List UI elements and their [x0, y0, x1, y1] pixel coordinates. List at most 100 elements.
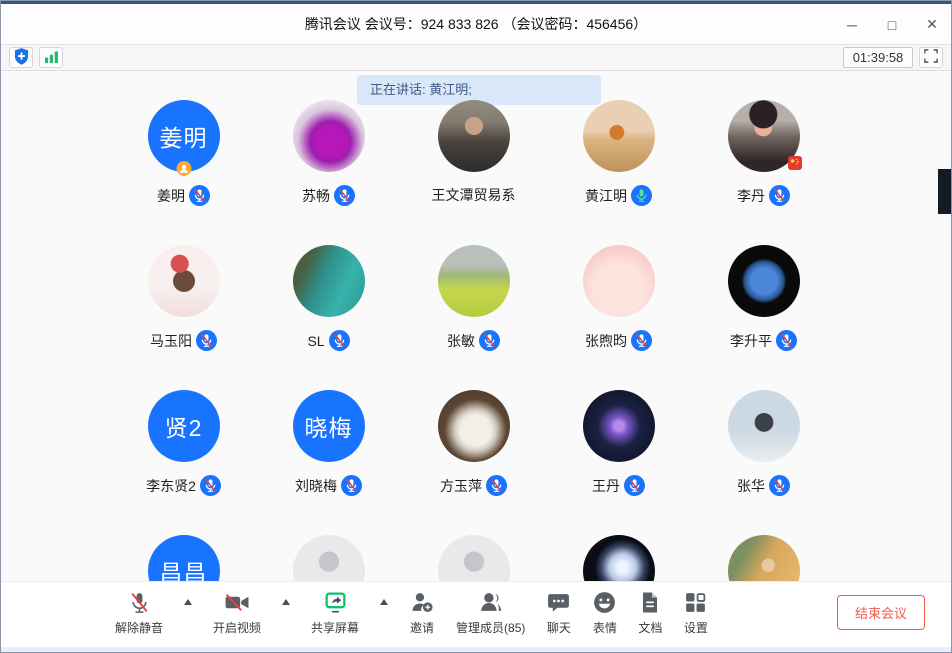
meeting-timer: 01:39:58: [843, 47, 913, 68]
participant-avatar: [293, 535, 365, 581]
participant-cell[interactable]: [691, 535, 836, 581]
end-meeting-button[interactable]: 结束会议: [837, 595, 925, 630]
toolbar-settings[interactable]: 设置: [683, 582, 708, 636]
participant-cell[interactable]: 黄江明: [546, 100, 691, 245]
maximize-button[interactable]: □: [883, 17, 901, 33]
participant-cell[interactable]: 李丹: [691, 100, 836, 245]
invite-icon: [409, 589, 435, 616]
participant-cell[interactable]: 方玉萍: [401, 390, 546, 535]
chevron-up-icon[interactable]: [282, 599, 290, 605]
toolbar-item-label: 管理成员(85): [456, 619, 525, 636]
participant-grid: 姜明姜明苏畅 王文潭贸易系 黄江明 李丹马玉阳 SL 张敏 张煦昀 李升平贤2 李东贤2 晓梅刘晓…: [111, 100, 836, 581]
bottom-toolbar: 解除静音开启视频 共享屏幕 邀请管理成员(85) 聊天表情文档设置 结束会议: [1, 581, 951, 647]
participant-cell[interactable]: [546, 535, 691, 581]
participant-name: 方玉萍: [440, 476, 482, 496]
toolbar-emoji[interactable]: 表情: [592, 582, 617, 636]
security-button[interactable]: [9, 47, 33, 68]
participant-avatar: [293, 100, 365, 172]
participant-name: 张华: [737, 476, 765, 496]
participant-avatar: 贤2: [148, 390, 220, 462]
participant-cell[interactable]: 王丹: [546, 390, 691, 535]
mic-muted-icon: [624, 475, 645, 496]
window-footer-strip: [1, 647, 951, 653]
participant-name: 张煦昀: [585, 331, 627, 351]
toolbar-members[interactable]: 管理成员(85): [456, 582, 525, 636]
participant-name: 张敏: [447, 331, 475, 351]
chevron-up-icon[interactable]: [184, 599, 192, 605]
participant-cell[interactable]: 昌昌: [111, 535, 256, 581]
participant-avatar: [728, 245, 800, 317]
participant-avatar: 昌昌: [148, 535, 220, 581]
toolbar-chat[interactable]: 聊天: [546, 582, 571, 636]
status-bar: 01:39:58: [1, 45, 951, 71]
mic-muted-icon: [189, 185, 210, 206]
chevron-up-icon[interactable]: [380, 599, 388, 605]
toolbar-share-screen[interactable]: 共享屏幕: [311, 582, 359, 636]
participant-cell[interactable]: 张煦昀: [546, 245, 691, 390]
mic-muted-icon: [329, 330, 350, 351]
fullscreen-button[interactable]: [919, 47, 943, 68]
participant-label: 李升平: [730, 330, 797, 351]
toolbar-item-label: 开启视频: [213, 619, 261, 636]
members-icon: [478, 589, 504, 616]
fullscreen-icon: [924, 49, 938, 66]
toolbar-camera-off[interactable]: 开启视频: [213, 582, 261, 636]
participant-label: 方玉萍: [440, 475, 507, 496]
participant-label: 苏畅: [302, 185, 355, 206]
participant-name: 王文潭贸易系: [432, 185, 516, 205]
mic-muted-icon: [486, 475, 507, 496]
toolbar-mic-muted[interactable]: 解除静音: [115, 582, 163, 636]
status-bar-right: 01:39:58: [843, 47, 943, 68]
participant-avatar: [438, 535, 510, 581]
participant-name: 李升平: [730, 331, 772, 351]
mic-muted-icon: [341, 475, 362, 496]
participant-cell[interactable]: 贤2 李东贤2: [111, 390, 256, 535]
participant-cell[interactable]: 苏畅: [256, 100, 401, 245]
network-quality-button[interactable]: [39, 47, 63, 68]
participant-avatar: [583, 535, 655, 581]
toolbar-item-label: 共享屏幕: [311, 619, 359, 636]
participant-avatar: [583, 245, 655, 317]
participant-avatar: [438, 390, 510, 462]
participant-cell[interactable]: [401, 535, 546, 581]
toolbar-invite[interactable]: 邀请: [409, 582, 435, 636]
participant-name: 黄江明: [585, 186, 627, 206]
participant-cell[interactable]: 王文潭贸易系: [401, 100, 546, 245]
mic-muted-icon: [334, 185, 355, 206]
participant-name: 李东贤2: [146, 476, 196, 496]
participant-cell[interactable]: SL: [256, 245, 401, 390]
participant-cell[interactable]: 姜明姜明: [111, 100, 256, 245]
participant-label: 姜明: [157, 185, 210, 206]
toolbar-document[interactable]: 文档: [638, 582, 662, 636]
participant-label: 张敏: [447, 330, 500, 351]
camera-off-icon: [223, 589, 251, 616]
signal-bars-icon: [44, 49, 59, 67]
minimize-button[interactable]: ─: [843, 17, 861, 33]
mic-muted-icon: [776, 330, 797, 351]
participant-label: 李丹: [737, 185, 790, 206]
participant-label: 王文潭贸易系: [432, 185, 516, 205]
participant-name: 王丹: [592, 476, 620, 496]
participant-name: 苏畅: [302, 186, 330, 206]
participant-cell[interactable]: 马玉阳: [111, 245, 256, 390]
participant-cell[interactable]: 张华: [691, 390, 836, 535]
emoji-icon: [592, 589, 617, 616]
scrollbar-thumb[interactable]: [938, 169, 951, 214]
participant-cell[interactable]: 晓梅刘晓梅: [256, 390, 401, 535]
share-screen-icon: [323, 589, 348, 616]
participant-avatar: [583, 390, 655, 462]
participant-name: SL: [307, 333, 324, 349]
mic-muted-icon: [200, 475, 221, 496]
participant-avatar: [583, 100, 655, 172]
participant-avatar: [293, 245, 365, 317]
close-button[interactable]: ✕: [923, 16, 941, 33]
participant-cell[interactable]: [256, 535, 401, 581]
participant-label: SL: [307, 330, 349, 351]
participant-cell[interactable]: 张敏: [401, 245, 546, 390]
participant-cell[interactable]: 李升平: [691, 245, 836, 390]
shield-plus-icon: [14, 48, 29, 68]
participant-avatar: [728, 390, 800, 462]
mic-active-icon: [631, 185, 652, 206]
participant-label: 黄江明: [585, 185, 652, 206]
participant-label: 张华: [737, 475, 790, 496]
